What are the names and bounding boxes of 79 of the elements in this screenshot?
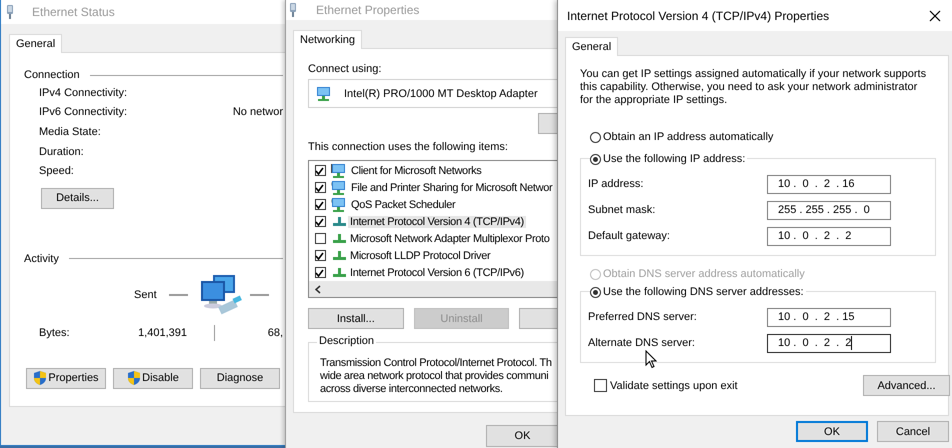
tab[interactable]: General [565,37,618,56]
list-item[interactable]: Client for Microsoft Networks [349,164,484,176]
protocol-icon [333,217,346,226]
checkbox[interactable] [315,216,326,227]
section-label: This connection uses the following items: [308,141,509,155]
adapter-name: Intel(R) PRO/1000 MT Desktop Adapter [344,88,538,100]
partial-button[interactable] [519,308,558,329]
button[interactable]: Diagnose [200,368,280,389]
ip-address-field[interactable]: 255 . 255 . 255 . 0 [767,200,891,220]
network-adapter-icon [316,86,332,102]
ok-button[interactable]: OK [486,425,558,447]
field-value: No networ [232,106,283,118]
mouse-pointer-icon [645,350,657,369]
shield-icon [33,370,48,386]
cancel-button[interactable]: Cancel [877,421,949,442]
radio-option[interactable]: Use the following DNS server addresses: [590,284,806,300]
tab[interactable]: Networking [293,30,362,49]
network-service-icon [331,180,347,196]
sent-bytes: 1,401,391 [137,326,187,339]
field-label: IPv4 Connectivity: [39,86,128,99]
group-label: Description [317,335,376,347]
field-label: Default gateway: [588,230,671,242]
network-client-icon [331,162,347,178]
network-plug-icon [288,3,298,17]
field-label: IP address: [588,178,644,190]
group-label: Connection [24,69,80,81]
button[interactable]: Install... [308,308,404,329]
radio-option[interactable]: Obtain an IP address automatically [590,129,934,145]
list-item[interactable]: Microsoft Network Adapter Multiplexor Proto [348,232,552,244]
network-plug-icon [5,5,15,19]
checkbox[interactable] [315,182,326,193]
field-label: Bytes: [39,326,71,339]
list-item[interactable]: File and Printer Sharing for Microsoft Networ [349,182,554,194]
checkbox[interactable] [315,233,326,244]
ok-button[interactable]: OK [796,421,868,442]
horizontal-scrollbar[interactable] [309,281,558,297]
details-button[interactable]: Details... [41,188,114,209]
close-icon [929,10,941,22]
window-title: Internet Protocol Version 4 (TCP/IPv4) Properties [567,8,830,22]
field-label: Duration: [39,146,84,158]
window-title: Ethernet Status [32,5,115,19]
shield-icon [127,370,142,386]
list-item[interactable]: Microsoft LLDP Protocol Driver [348,250,492,262]
ip-address-field[interactable]: 10 . 0 . 2 . 16 [767,174,891,194]
protocol-icon [333,268,346,277]
intro-text: You can get IP settings assigned automatically if your network supports this capability. Otherwise, you need to ask your network administrator for the appropriate IP settings. [580,68,928,107]
field-label: Speed: [39,165,74,178]
window-title: Ethernet Properties [316,3,420,17]
description-text: Transmission Control Protocol/Internet Protocol. Th wide area network protocol that provides communi across diverse interconnected networks. [320,357,553,396]
protocol-icon [333,234,346,243]
list-item[interactable]: Internet Protocol Version 6 (TCP/IPv6) [348,266,526,278]
scroll-left-icon [315,284,321,294]
checkbox[interactable] [315,199,326,210]
sent-label: Sent [134,288,158,301]
field-label: Alternate DNS server: [588,337,696,349]
checkbox[interactable] [315,267,326,278]
advanced-button[interactable]: Advanced... [863,375,950,396]
partial-button[interactable] [538,113,558,134]
tab[interactable]: General [9,34,62,53]
button[interactable]: Properties [26,368,106,389]
radio-option[interactable]: Use the following IP address: [590,151,748,167]
list-item[interactable]: Internet Protocol Version 4 (TCP/IPv4) [348,216,526,228]
checkbox[interactable] [315,250,326,261]
ip-address-field[interactable]: 10 . 0 . 2 . 15 [767,308,891,326]
network-service-icon [331,196,347,212]
button[interactable]: Disable [113,368,193,389]
checkbox[interactable] [315,165,326,176]
field-label: Preferred DNS server: [588,311,698,323]
field-label: IPv6 Connectivity: [39,106,128,118]
group-label: Activity [24,252,59,265]
field-label: Subnet mask: [588,204,656,216]
ip-address-field[interactable]: 10 . 0 . 2 . 2 [767,226,891,246]
section-label: Connect using: [308,63,382,77]
protocol-icon [333,251,346,260]
field-label: Media State: [39,126,101,138]
received-bytes: 68, [268,326,283,339]
checkbox[interactable]: Validate settings upon exit [594,379,738,392]
ip-address-field[interactable]: 10 . 0 . 2 . 2 [767,334,891,352]
list-item[interactable]: QoS Packet Scheduler [349,198,458,210]
